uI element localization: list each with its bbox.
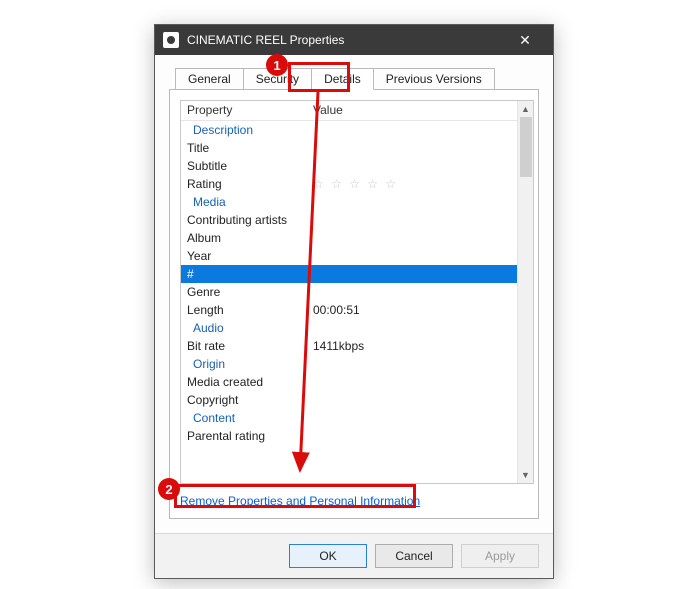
- row-track-number[interactable]: #: [181, 265, 533, 283]
- section-origin: Origin: [181, 355, 533, 373]
- grid-rows: Description Title Subtitle Rating☆ ☆ ☆ ☆…: [181, 121, 533, 445]
- row-genre[interactable]: Genre: [181, 283, 533, 301]
- window-title: CINEMATIC REEL Properties: [187, 33, 505, 47]
- scrollbar[interactable]: ▲ ▼: [517, 101, 533, 483]
- row-title[interactable]: Title: [181, 139, 533, 157]
- row-subtitle[interactable]: Subtitle: [181, 157, 533, 175]
- section-content: Content: [181, 409, 533, 427]
- row-bitrate[interactable]: Bit rate1411kbps: [181, 337, 533, 355]
- scroll-up-icon[interactable]: ▲: [518, 101, 533, 117]
- row-copyright[interactable]: Copyright: [181, 391, 533, 409]
- scroll-down-icon[interactable]: ▼: [518, 467, 533, 483]
- header-value[interactable]: Value: [307, 101, 533, 120]
- scroll-thumb[interactable]: [520, 117, 532, 177]
- tab-security[interactable]: Security: [243, 68, 312, 89]
- header-property[interactable]: Property: [181, 101, 307, 120]
- row-parental-rating[interactable]: Parental rating: [181, 427, 533, 445]
- tab-details[interactable]: Details: [311, 68, 374, 90]
- grid-header: Property Value: [181, 101, 533, 121]
- remove-properties-link[interactable]: Remove Properties and Personal Informati…: [180, 494, 420, 508]
- properties-dialog: CINEMATIC REEL Properties ✕ General Secu…: [154, 24, 554, 579]
- row-rating[interactable]: Rating☆ ☆ ☆ ☆ ☆: [181, 175, 533, 193]
- button-bar: OK Cancel Apply: [155, 533, 553, 578]
- tab-previous-versions[interactable]: Previous Versions: [373, 68, 495, 89]
- dialog-body: General Security Details Previous Versio…: [155, 55, 553, 533]
- section-audio: Audio: [181, 319, 533, 337]
- apply-button[interactable]: Apply: [461, 544, 539, 568]
- row-length[interactable]: Length00:00:51: [181, 301, 533, 319]
- tab-general[interactable]: General: [175, 68, 244, 89]
- row-media-created[interactable]: Media created: [181, 373, 533, 391]
- row-year[interactable]: Year: [181, 247, 533, 265]
- app-icon: [163, 32, 179, 48]
- star-icon[interactable]: ☆ ☆ ☆ ☆ ☆: [307, 175, 533, 193]
- tab-strip: General Security Details Previous Versio…: [175, 65, 539, 89]
- row-contributing-artists[interactable]: Contributing artists: [181, 211, 533, 229]
- tab-panel-details: Property Value Description Title Subtitl…: [169, 89, 539, 519]
- close-icon[interactable]: ✕: [505, 25, 545, 55]
- property-grid[interactable]: Property Value Description Title Subtitl…: [180, 100, 534, 484]
- cancel-button[interactable]: Cancel: [375, 544, 453, 568]
- titlebar[interactable]: CINEMATIC REEL Properties ✕: [155, 25, 553, 55]
- row-album[interactable]: Album: [181, 229, 533, 247]
- ok-button[interactable]: OK: [289, 544, 367, 568]
- section-media: Media: [181, 193, 533, 211]
- section-description: Description: [181, 121, 533, 139]
